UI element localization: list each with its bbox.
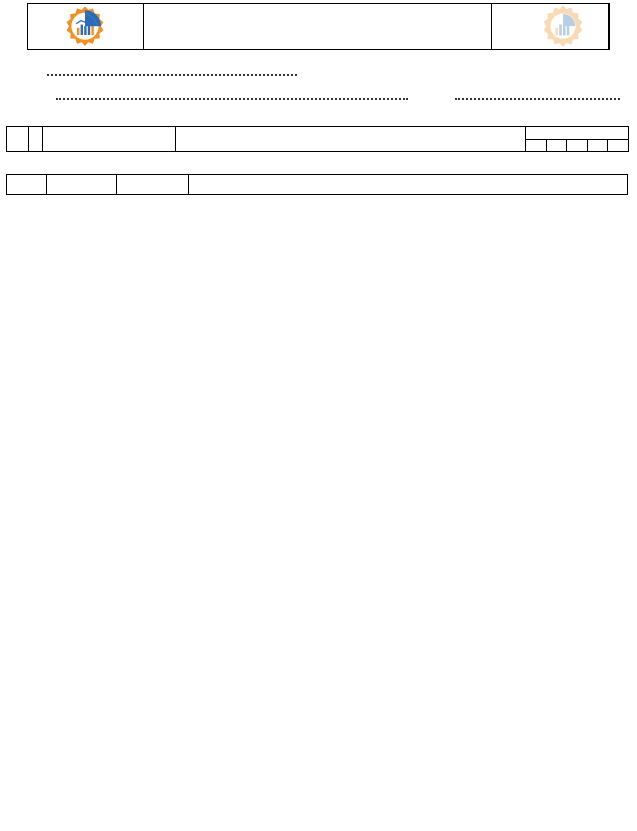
score-level-1 <box>545 139 568 152</box>
area-input[interactable] <box>47 63 297 76</box>
document-header-banner <box>27 3 610 50</box>
col-header-score <box>524 126 630 140</box>
logo-cell <box>28 4 144 49</box>
date-input[interactable] <box>455 87 620 100</box>
criteria-col-type <box>116 174 189 195</box>
col-header-check-item <box>42 126 176 152</box>
col-header-description <box>175 126 526 152</box>
criteria-col-criteria <box>188 174 628 195</box>
score-level-0 <box>525 139 547 152</box>
page-number-cell <box>492 4 609 49</box>
auditor-date-row <box>8 84 629 108</box>
score-criteria-table <box>6 174 628 195</box>
document-title-cell <box>144 4 492 49</box>
criteria-table-head <box>6 174 628 195</box>
gear-chart-icon <box>66 6 104 46</box>
score-level-4 <box>607 139 630 152</box>
document-page <box>0 3 637 831</box>
col-header-5s <box>6 126 29 152</box>
auditor-input[interactable] <box>56 87 408 100</box>
criteria-col-item <box>6 174 47 195</box>
lean-manufacturing-logo <box>65 6 106 47</box>
checklist-table <box>6 126 630 152</box>
col-header-number <box>28 126 43 152</box>
criteria-col-total <box>46 174 117 195</box>
score-level-2 <box>566 139 588 152</box>
score-level-3 <box>586 139 609 152</box>
checklist-table-head <box>6 126 630 152</box>
area-score-row <box>8 60 629 84</box>
